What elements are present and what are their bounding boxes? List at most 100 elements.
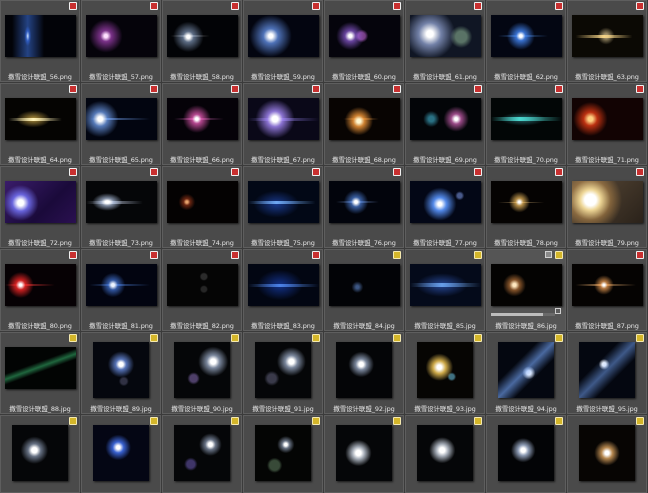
file-name-label: 撒雪设计联盟_56.png [8, 73, 72, 81]
file-thumbnail[interactable] [567, 415, 647, 493]
file-thumbnail[interactable]: 撒雪设计联盟_94.jpg [486, 332, 566, 414]
thumbnail-image [5, 15, 76, 57]
file-thumbnail[interactable]: 撒雪设计联盟_63.png [567, 0, 647, 82]
file-name-label: 撒雪设计联盟_71.png [575, 156, 639, 164]
png-file-type-icon [312, 168, 320, 176]
file-thumbnail[interactable]: 撒雪设计联盟_65.png [81, 83, 161, 165]
file-thumbnail[interactable]: 撒雪设计联盟_57.png [81, 0, 161, 82]
file-thumbnail[interactable]: 撒雪设计联盟_90.jpg [162, 332, 242, 414]
file-thumbnail[interactable]: 撒雪设计联盟_74.png [162, 166, 242, 248]
png-file-type-icon [231, 2, 239, 10]
file-thumbnail[interactable]: 撒雪设计联盟_89.jpg [81, 332, 161, 414]
png-file-type-icon [69, 251, 77, 259]
file-thumbnail[interactable]: 撒雪设计联盟_92.jpg [324, 332, 404, 414]
file-thumbnail[interactable]: 撒雪设计联盟_80.png [0, 249, 80, 331]
file-thumbnail[interactable]: 撒雪设计联盟_87.png [567, 249, 647, 331]
file-thumbnail[interactable] [243, 415, 323, 493]
file-thumbnail[interactable]: 撒雪设计联盟_61.png [405, 0, 485, 82]
file-thumbnail[interactable]: 撒雪设计联盟_62.png [486, 0, 566, 82]
file-name-label: 撒雪设计联盟_68.png [332, 156, 396, 164]
png-file-type-icon [312, 2, 320, 10]
file-name-label: 撒雪设计联盟_72.png [8, 239, 72, 247]
jpg-file-type-icon [474, 334, 482, 342]
thumbnail-image [93, 342, 149, 398]
file-name-label: 撒雪设计联盟_75.png [251, 239, 315, 247]
jpg-file-type-icon [312, 334, 320, 342]
file-thumbnail[interactable]: 撒雪设计联盟_71.png [567, 83, 647, 165]
png-file-type-icon [555, 85, 563, 93]
file-thumbnail[interactable]: 撒雪设计联盟_78.png [486, 166, 566, 248]
file-name-label: 撒雪设计联盟_79.png [575, 239, 639, 247]
file-thumbnail[interactable]: 撒雪设计联盟_66.png [162, 83, 242, 165]
png-file-type-icon [474, 168, 482, 176]
file-thumbnail[interactable]: 撒雪设计联盟_82.png [162, 249, 242, 331]
file-thumbnail[interactable]: 撒雪设计联盟_67.png [243, 83, 323, 165]
file-thumbnail[interactable]: 撒雪设计联盟_69.png [405, 83, 485, 165]
file-thumbnail[interactable]: 撒雪设计联盟_93.jpg [405, 332, 485, 414]
png-file-type-icon [312, 85, 320, 93]
file-name-label: 撒雪设计联盟_57.png [89, 73, 153, 81]
file-thumbnail[interactable] [81, 415, 161, 493]
file-thumbnail[interactable] [0, 415, 80, 493]
jpg-file-type-icon [555, 417, 563, 425]
file-thumbnail[interactable] [486, 415, 566, 493]
file-thumbnail[interactable]: 撒雪设计联盟_73.png [81, 166, 161, 248]
thumbnail-image [174, 425, 230, 481]
file-name-label: 撒雪设计联盟_69.png [413, 156, 477, 164]
file-thumbnail[interactable]: 撒雪设计联盟_79.png [567, 166, 647, 248]
png-file-type-icon [69, 2, 77, 10]
thumbnail-image [410, 264, 481, 306]
file-thumbnail[interactable]: 撒雪设计联盟_81.png [81, 249, 161, 331]
file-name-label: 撒雪设计联盟_70.png [494, 156, 558, 164]
file-thumbnail[interactable] [405, 415, 485, 493]
file-thumbnail[interactable] [324, 415, 404, 493]
file-name-label: 撒雪设计联盟_92.jpg [333, 405, 395, 413]
thumbnail-image [93, 425, 149, 481]
file-name-label: 撒雪设计联盟_94.jpg [495, 405, 557, 413]
thumbnail-image [491, 264, 562, 306]
thumbnail-image [255, 425, 311, 481]
jpg-file-type-icon [393, 251, 401, 259]
thumbnail-image [248, 98, 319, 140]
file-name-label: 撒雪设计联盟_58.png [170, 73, 234, 81]
thumbnail-image [336, 425, 392, 481]
png-file-type-icon [231, 85, 239, 93]
file-thumbnail[interactable]: 撒雪设计联盟_70.png [486, 83, 566, 165]
file-thumbnail[interactable]: 撒雪设计联盟_86.jpg [486, 249, 566, 331]
jpg-file-type-icon [393, 334, 401, 342]
thumbnail-image [248, 15, 319, 57]
file-thumbnail[interactable]: 撒雪设计联盟_58.png [162, 0, 242, 82]
file-thumbnail[interactable]: 撒雪设计联盟_77.png [405, 166, 485, 248]
file-thumbnail[interactable]: 撒雪设计联盟_75.png [243, 166, 323, 248]
file-thumbnail-grid: 撒雪设计联盟_56.png 撒雪设计联盟_57.png 撒雪设计联盟_58.png 撒… [0, 0, 648, 493]
resize-handle-icon[interactable] [555, 308, 561, 314]
file-thumbnail[interactable]: 撒雪设计联盟_68.png [324, 83, 404, 165]
file-thumbnail[interactable]: 撒雪设计联盟_76.png [324, 166, 404, 248]
file-thumbnail[interactable]: 撒雪设计联盟_60.png [324, 0, 404, 82]
file-name-label: 撒雪设计联盟_59.png [251, 73, 315, 81]
file-name-label: 撒雪设计联盟_74.png [170, 239, 234, 247]
file-name-label: 撒雪设计联盟_83.png [251, 322, 315, 330]
thumbnail-image [174, 342, 230, 398]
file-thumbnail[interactable]: 撒雪设计联盟_91.jpg [243, 332, 323, 414]
file-thumbnail[interactable]: 撒雪设计联盟_84.jpg [324, 249, 404, 331]
file-name-label: 撒雪设计联盟_66.png [170, 156, 234, 164]
file-thumbnail[interactable]: 撒雪设计联盟_64.png [0, 83, 80, 165]
png-file-type-icon [312, 251, 320, 259]
thumbnail-image [167, 98, 238, 140]
file-thumbnail[interactable]: 撒雪设计联盟_72.png [0, 166, 80, 248]
file-thumbnail[interactable]: 撒雪设计联盟_88.jpg [0, 332, 80, 414]
file-thumbnail[interactable]: 撒雪设计联盟_56.png [0, 0, 80, 82]
file-name-label: 撒雪设计联盟_91.jpg [252, 405, 314, 413]
file-name-label: 撒雪设计联盟_73.png [89, 239, 153, 247]
file-name-label: 撒雪设计联盟_78.png [494, 239, 558, 247]
edit-icon[interactable] [545, 251, 552, 258]
file-thumbnail[interactable]: 撒雪设计联盟_59.png [243, 0, 323, 82]
file-thumbnail[interactable]: 撒雪设计联盟_95.jpg [567, 332, 647, 414]
thumbnail-image [498, 342, 554, 398]
thumbnail-image [329, 15, 400, 57]
thumbnail-image [255, 342, 311, 398]
file-thumbnail[interactable]: 撒雪设计联盟_83.png [243, 249, 323, 331]
file-thumbnail[interactable] [162, 415, 242, 493]
file-thumbnail[interactable]: 撒雪设计联盟_85.jpg [405, 249, 485, 331]
